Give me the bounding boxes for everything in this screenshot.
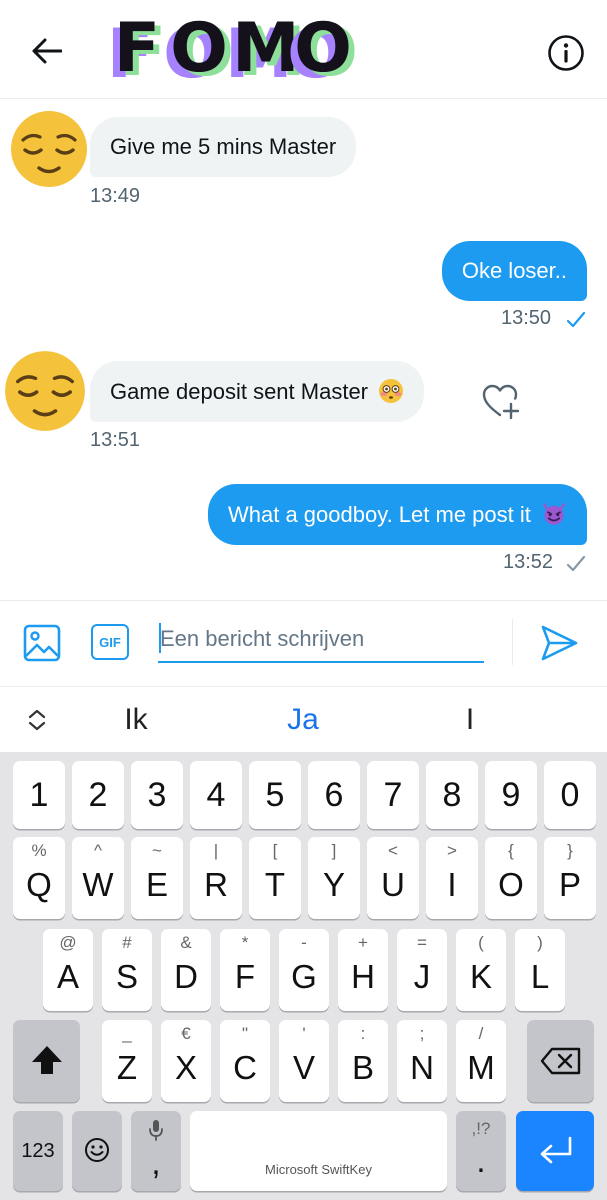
key-o[interactable]: {O [485, 837, 537, 919]
suggestion-center[interactable]: Ja [253, 687, 353, 753]
key-l[interactable]: ) L [515, 929, 565, 1011]
key-v[interactable]: ' V [279, 1020, 329, 1102]
image-icon [23, 624, 61, 662]
message-text: Oke loser.. [461, 258, 567, 283]
message-timestamp: 13:51 [90, 429, 141, 451]
key-6[interactable]: 6 [308, 761, 360, 829]
on-screen-keyboard: 1 2 3 4 5 6 7 8 9 0 % Q ^ W ~ E | R [T ] Y < U… [0, 752, 607, 1200]
add-photo-button[interactable] [22, 623, 62, 663]
comma-key[interactable]: , [131, 1111, 181, 1191]
key-f[interactable]: * F [220, 929, 270, 1011]
key-d[interactable]: & D [161, 929, 211, 1011]
key-n[interactable]: ; N [397, 1020, 447, 1102]
key-k[interactable]: (K [456, 929, 506, 1011]
arrow-left-icon [32, 38, 62, 64]
read-check-icon [566, 311, 586, 328]
info-circle-icon [548, 35, 584, 71]
send-icon [541, 625, 578, 661]
message-text: Game deposit sent Master [110, 379, 369, 404]
shift-key[interactable] [13, 1020, 80, 1102]
expand-toolbar-button[interactable] [24, 707, 50, 733]
heart-plus-icon [482, 384, 520, 420]
key-1[interactable]: 1 [13, 761, 65, 829]
message-list[interactable]: Give me 5 mins Master 13:49 Oke loser.. … [0, 100, 607, 600]
back-button[interactable] [26, 30, 68, 72]
key-t[interactable]: [T [249, 837, 301, 919]
key-4[interactable]: 4 [190, 761, 242, 829]
keyboard-suggestion-bar: Ik Ja I [0, 686, 607, 752]
conversation-title-logo: F F F O O O M M M O O O [106, 9, 358, 94]
logo-letter: M M M [225, 9, 306, 94]
key-8[interactable]: 8 [426, 761, 478, 829]
logo-letter: O O O [163, 9, 234, 94]
send-button[interactable] [538, 623, 580, 663]
logo-letter: O O O [287, 9, 358, 94]
period-key[interactable]: ,!? . [456, 1111, 506, 1191]
enter-key[interactable] [516, 1111, 594, 1191]
message-bubble-outgoing[interactable]: What a goodboy. Let me post it [207, 484, 587, 545]
microphone-icon [149, 1120, 163, 1141]
smiley-icon [85, 1138, 109, 1162]
sent-check-icon [566, 555, 586, 572]
key-y[interactable]: ] Y [308, 837, 360, 919]
key-b[interactable]: :B [338, 1020, 388, 1102]
relieved-face-emoji [11, 111, 87, 187]
key-g[interactable]: -G [279, 929, 329, 1011]
relieved-face-emoji [5, 351, 85, 431]
key-2[interactable]: 2 [72, 761, 124, 829]
message-timestamp: 13:52 [503, 551, 554, 573]
key-w[interactable]: ^ W [72, 837, 124, 919]
key-q[interactable]: % Q [13, 837, 65, 919]
message-input[interactable] [158, 617, 484, 663]
logo-letter: F F F [106, 9, 167, 94]
space-key[interactable]: Microsoft SwiftKey [190, 1111, 447, 1191]
key-p[interactable]: } P [544, 837, 596, 919]
key-x[interactable]: € X [161, 1020, 211, 1102]
suggestion-left[interactable]: Ik [86, 687, 186, 753]
suggestion-right[interactable]: I [420, 687, 520, 753]
chat-header: F F F O O O M M M O O O [0, 0, 607, 99]
key-5[interactable]: 5 [249, 761, 301, 829]
message-text: What a goodboy. Let me post it [227, 502, 531, 527]
contact-avatar[interactable] [3, 349, 85, 431]
backspace-icon [540, 1047, 581, 1075]
key-z[interactable]: _ Z [102, 1020, 152, 1102]
message-bubble-incoming[interactable]: Give me 5 mins Master [90, 117, 357, 177]
message-composer: GIF [0, 600, 607, 686]
key-e[interactable]: ~ E [131, 837, 183, 919]
backspace-key[interactable] [527, 1020, 594, 1102]
text-cursor [159, 623, 161, 653]
key-u[interactable]: < U [367, 837, 419, 919]
message-bubble-incoming[interactable]: Game deposit sent Master [90, 361, 425, 422]
add-gif-button[interactable]: GIF [91, 624, 129, 660]
add-reaction-button[interactable] [481, 382, 521, 422]
symbols-key[interactable]: 123 [13, 1111, 63, 1191]
message-timestamp: 13:50 [501, 307, 552, 329]
message-bubble-outgoing[interactable]: Oke loser.. [441, 241, 587, 301]
divider [512, 619, 513, 665]
key-m[interactable]: / M [456, 1020, 506, 1102]
key-i[interactable]: > I [426, 837, 478, 919]
shift-arrow-icon [32, 1046, 62, 1074]
key-s[interactable]: # S [102, 929, 152, 1011]
key-a[interactable]: @ A [43, 929, 93, 1011]
key-h[interactable]: + H [338, 929, 388, 1011]
message-text: Give me 5 mins Master [110, 134, 337, 159]
contact-avatar[interactable] [9, 109, 89, 189]
key-9[interactable]: 9 [485, 761, 537, 829]
conversation-info-button[interactable] [546, 33, 586, 73]
key-j[interactable]: = J [397, 929, 447, 1011]
key-c[interactable]: " C [220, 1020, 270, 1102]
enter-return-icon [540, 1136, 572, 1164]
message-timestamp: 13:49 [90, 185, 141, 207]
key-r[interactable]: | R [190, 837, 242, 919]
smiling-imp-emoji [543, 503, 565, 525]
key-7[interactable]: 7 [367, 761, 419, 829]
gif-label: GIF [99, 634, 121, 650]
flushed-face-emoji [379, 379, 404, 403]
chevron-updown-icon [28, 709, 46, 731]
key-3[interactable]: 3 [131, 761, 183, 829]
emoji-key[interactable] [72, 1111, 122, 1191]
key-0[interactable]: 0 [544, 761, 596, 829]
